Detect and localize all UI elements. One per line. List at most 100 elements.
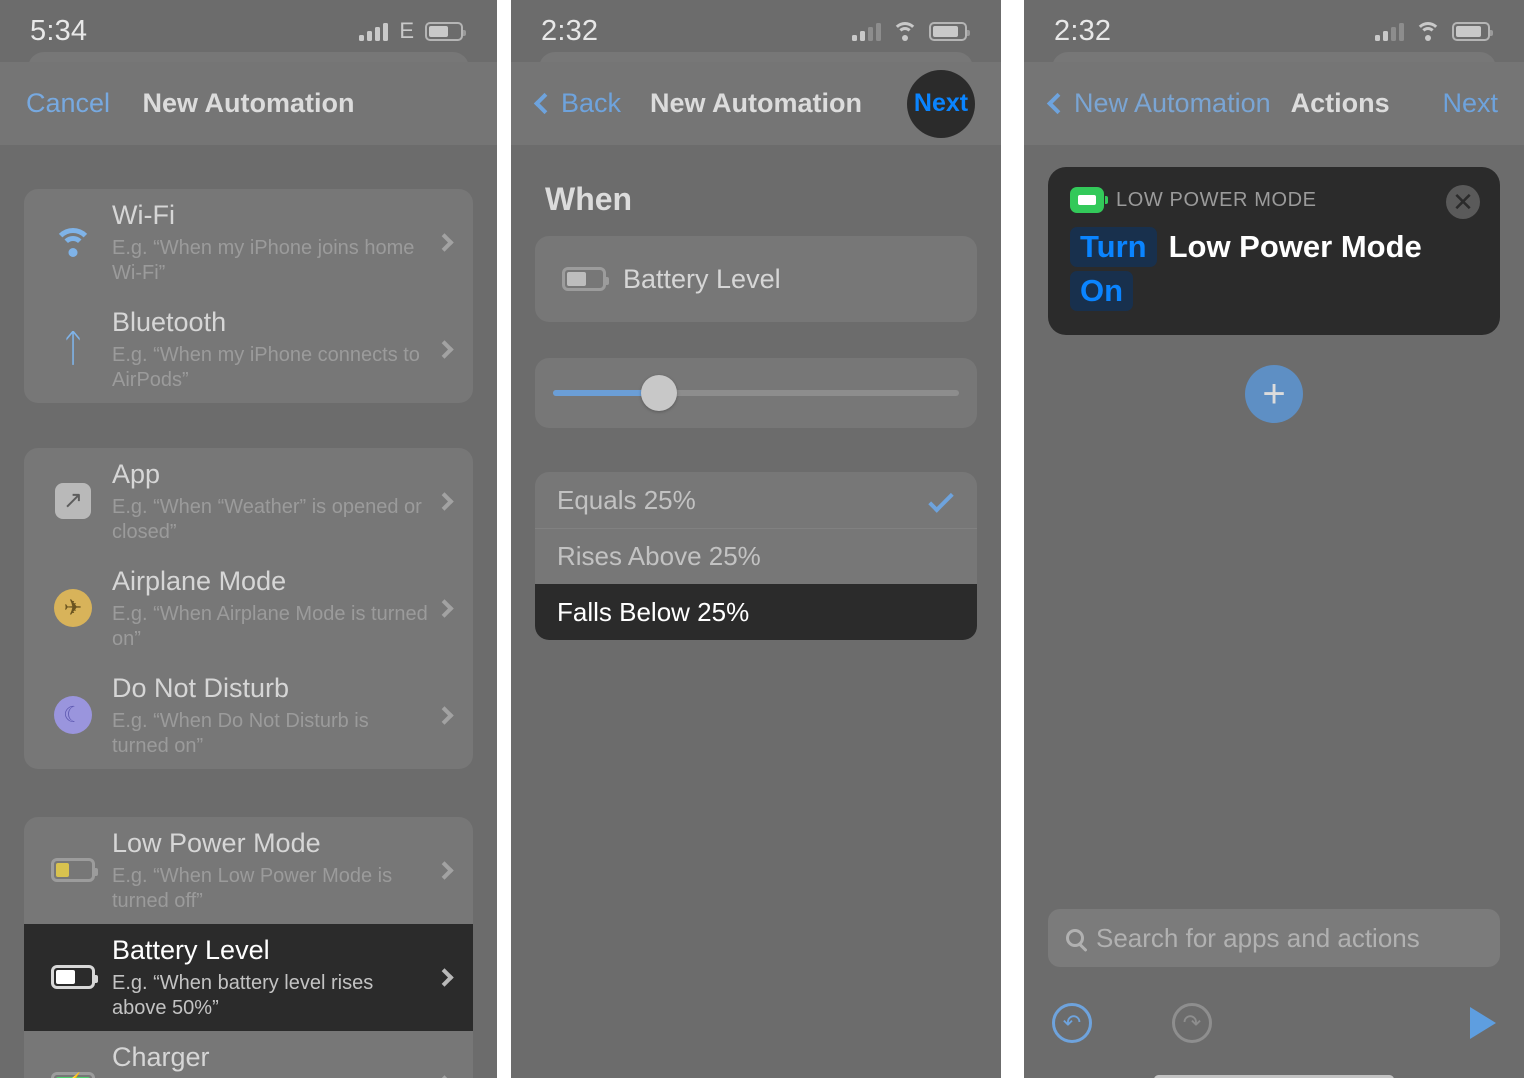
next-button[interactable]: Next — [1442, 88, 1498, 119]
nav-bar: Cancel New Automation — [0, 62, 497, 145]
editor-toolbar: ↶ ↷ — [1024, 967, 1524, 1053]
trigger-card[interactable]: Battery Level — [535, 236, 977, 322]
next-button-label: Next — [1442, 88, 1498, 118]
action-card-header: LOW POWER MODE — [1070, 187, 1478, 213]
redo-icon[interactable]: ↷ — [1172, 1003, 1212, 1043]
wifi-icon — [1415, 21, 1441, 41]
battery-level-slider[interactable] — [553, 375, 959, 411]
back-button[interactable]: New Automation Actions — [1046, 88, 1390, 119]
list-item-subtitle: E.g. “When Airplane Mode is turned on” — [112, 602, 428, 650]
list-item-charger[interactable]: ⚡ Charger E.g. “When my iPhone connects … — [24, 1031, 473, 1078]
chevron-right-icon — [435, 706, 454, 725]
battery-level-icon — [557, 267, 611, 291]
search-input[interactable]: Search for apps and actions — [1048, 909, 1500, 967]
list-item-text: Battery Level — [611, 263, 955, 296]
status-time: 2:32 — [541, 14, 599, 47]
status-time: 5:34 — [30, 14, 88, 47]
list-item-text: Airplane Mode E.g. “When Airplane Mode i… — [100, 565, 428, 652]
nav-bar: New Automation Actions Next — [1024, 62, 1524, 145]
list-item-text: Wi-Fi E.g. “When my iPhone joins home Wi… — [100, 199, 428, 286]
list-item-do-not-disturb[interactable]: ☾ Do Not Disturb E.g. “When Do Not Distu… — [24, 662, 473, 769]
list-item-title: Do Not Disturb — [112, 672, 290, 703]
nav-bar-wrapper: Cancel New Automation — [0, 52, 497, 145]
nav-bar-wrapper: Back New Automation Next — [511, 52, 1001, 145]
cellular-bars-icon — [359, 22, 389, 41]
list-item-bluetooth[interactable]: ᛏ Bluetooth E.g. “When my iPhone connect… — [24, 296, 473, 403]
trigger-config: When Battery Level Equals 25% Rises Abov… — [511, 181, 1001, 1078]
section-title-when: When — [545, 181, 633, 217]
action-card-kicker: LOW POWER MODE — [1116, 188, 1317, 211]
back-button-label: Back — [561, 88, 622, 118]
status-indicators — [1375, 21, 1493, 41]
option-label: Rises Above 25% — [557, 541, 761, 571]
selected-trigger-row[interactable]: Battery Level — [535, 236, 977, 322]
option-falls-below[interactable]: Falls Below 25% — [535, 584, 977, 640]
list-item-subtitle: E.g. “When “Weather” is opened or closed… — [112, 495, 422, 543]
list-item-subtitle: E.g. “When Low Power Mode is turned off” — [112, 864, 393, 912]
list-item-subtitle: E.g. “When my iPhone joins home Wi-Fi” — [112, 236, 415, 284]
status-indicators: E — [359, 18, 466, 44]
undo-icon[interactable]: ↶ — [1052, 1003, 1092, 1043]
phone-screen-actions: 2:32 New Automation Actions Next LOW POW… — [1024, 0, 1524, 1078]
cancel-button-label: Cancel — [26, 88, 111, 118]
do-not-disturb-icon: ☾ — [46, 696, 100, 735]
charger-icon: ⚡ — [46, 1072, 100, 1078]
trigger-group-battery: Low Power Mode E.g. “When Low Power Mode… — [24, 816, 473, 1078]
action-verb-token[interactable]: Turn — [1070, 227, 1157, 267]
app-icon: ↗ — [46, 483, 100, 520]
battery-icon — [1452, 21, 1493, 41]
action-state-token[interactable]: On — [1070, 271, 1134, 311]
list-item-title: Charger — [112, 1041, 210, 1072]
list-item-wifi[interactable]: Wi-Fi E.g. “When my iPhone joins home Wi… — [24, 189, 473, 296]
option-equals[interactable]: Equals 25% — [535, 472, 977, 528]
trigger-list: Wi-Fi E.g. “When my iPhone joins home Wi… — [0, 189, 497, 1078]
phone-screen-trigger-config: 2:32 Back New Automation Next When Batte… — [511, 0, 1001, 1078]
chevron-right-icon — [435, 860, 454, 880]
list-item-airplane-mode[interactable]: ✈ Airplane Mode E.g. “When Airplane Mode… — [24, 555, 473, 662]
add-action-button[interactable]: + — [1245, 365, 1303, 423]
list-item-text: Battery Level E.g. “When battery level r… — [100, 934, 428, 1021]
list-item-low-power-mode[interactable]: Low Power Mode E.g. “When Low Power Mode… — [24, 817, 473, 924]
action-card-low-power-mode[interactable]: LOW POWER MODE ✕ Turn Low Power Mode On — [1048, 167, 1500, 335]
search-placeholder: Search for apps and actions — [1096, 922, 1420, 953]
status-time: 2:32 — [1054, 14, 1112, 47]
chevron-right-icon — [435, 233, 454, 252]
option-label: Falls Below 25% — [557, 597, 750, 627]
chevron-left-icon — [533, 92, 556, 115]
page-title: Actions — [1290, 88, 1390, 118]
list-item-title: Airplane Mode — [112, 565, 287, 596]
screenshot-triptych: 5:34 E Cancel New Automation Wi-Fi E.g. … — [0, 0, 1524, 1078]
play-icon[interactable] — [1470, 1007, 1496, 1039]
nav-bar: Back New Automation Next — [511, 62, 1001, 145]
list-item-title: Low Power Mode — [112, 827, 321, 858]
list-item-text: Do Not Disturb E.g. “When Do Not Disturb… — [100, 672, 428, 759]
comparison-options-group: Equals 25% Rises Above 25% Falls Below 2… — [535, 472, 977, 640]
chevron-right-icon — [435, 967, 454, 987]
network-type-label: E — [399, 18, 414, 43]
slider-thumb[interactable] — [640, 375, 677, 411]
back-button[interactable]: Back — [533, 88, 622, 119]
list-item-text: Bluetooth E.g. “When my iPhone connects … — [100, 306, 428, 393]
action-card-body: Turn Low Power Mode On — [1070, 227, 1478, 311]
close-icon[interactable]: ✕ — [1446, 185, 1480, 219]
low-power-mode-icon — [46, 858, 100, 883]
list-item-text: Charger E.g. “When my iPhone connects to… — [100, 1041, 428, 1078]
next-button[interactable]: Next — [907, 69, 975, 138]
list-item-battery-level[interactable]: Battery Level E.g. “When battery level r… — [24, 923, 473, 1031]
battery-level-icon — [46, 965, 100, 990]
list-item-title: Wi-Fi — [112, 200, 175, 230]
list-item-app[interactable]: ↗ App E.g. “When “Weather” is opened or … — [24, 448, 473, 555]
battery-icon — [929, 21, 970, 41]
option-label: Equals 25% — [557, 484, 696, 515]
list-item-subtitle: E.g. “When Do Not Disturb is turned on” — [112, 709, 369, 757]
list-item-text: Low Power Mode E.g. “When Low Power Mode… — [100, 827, 428, 914]
cancel-button[interactable]: Cancel — [26, 88, 110, 119]
checkmark-icon — [928, 487, 954, 513]
airplane-mode-icon: ✈ — [46, 589, 100, 628]
list-item-subtitle: E.g. “When battery level rises above 50%… — [112, 971, 374, 1019]
list-item-title: App — [112, 458, 161, 489]
chevron-right-icon — [435, 599, 454, 618]
low-power-mode-icon — [1070, 187, 1108, 213]
battery-icon — [425, 21, 466, 41]
option-rises-above[interactable]: Rises Above 25% — [535, 528, 977, 584]
